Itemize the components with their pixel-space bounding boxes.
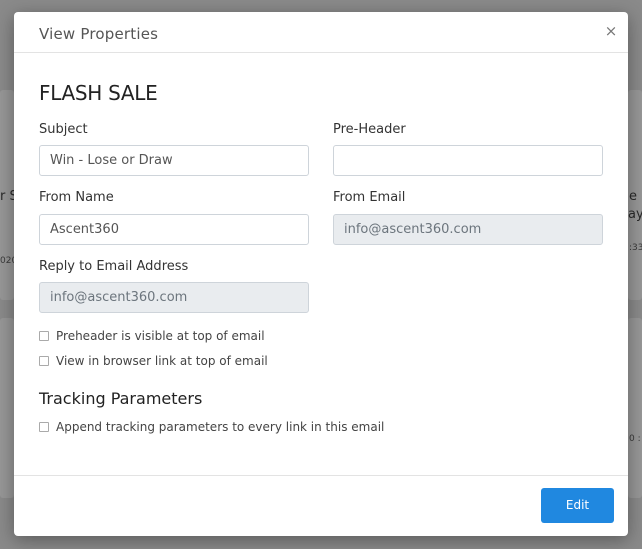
modal-title: View Properties xyxy=(39,25,159,43)
background-card-right-2 xyxy=(628,318,642,498)
view-properties-modal: View Properties × FLASH SALE Subject Win… xyxy=(14,12,628,536)
append-tracking-option[interactable]: Append tracking parameters to every link… xyxy=(39,420,384,434)
background-text: ay xyxy=(628,207,642,222)
checkbox-icon[interactable] xyxy=(39,422,49,432)
pre-header-label: Pre-Header xyxy=(333,122,406,137)
modal-header: View Properties × xyxy=(14,12,628,53)
reply-to-label: Reply to Email Address xyxy=(39,259,189,274)
from-email-input: info@ascent360.com xyxy=(333,214,603,245)
append-tracking-label: Append tracking parameters to every link… xyxy=(56,420,385,434)
subject-input[interactable]: Win - Lose or Draw xyxy=(39,145,309,176)
from-name-input[interactable]: Ascent360 xyxy=(39,214,309,245)
from-email-label: From Email xyxy=(333,190,406,205)
tracking-parameters-heading: Tracking Parameters xyxy=(39,389,203,408)
background-text: 0 : xyxy=(629,434,641,444)
preheader-visible-option[interactable]: Preheader is visible at top of email xyxy=(39,329,265,343)
checkbox-icon[interactable] xyxy=(39,356,49,366)
modal-footer-divider xyxy=(14,475,628,476)
browser-link-option[interactable]: View in browser link at top of email xyxy=(39,354,268,368)
from-name-label: From Name xyxy=(39,190,114,205)
preheader-visible-label: Preheader is visible at top of email xyxy=(56,329,265,343)
background-text: e xyxy=(629,189,637,204)
reply-to-input: info@ascent360.com xyxy=(39,282,309,313)
subject-label: Subject xyxy=(39,122,88,137)
edit-button[interactable]: Edit xyxy=(541,488,614,523)
background-text: :33 xyxy=(629,243,642,253)
close-icon[interactable]: × xyxy=(604,24,618,39)
checkbox-icon[interactable] xyxy=(39,331,49,341)
browser-link-label: View in browser link at top of email xyxy=(56,354,268,368)
email-name-heading: FLASH SALE xyxy=(39,81,158,105)
pre-header-input[interactable] xyxy=(333,145,603,176)
background-card-left-2 xyxy=(0,318,14,498)
